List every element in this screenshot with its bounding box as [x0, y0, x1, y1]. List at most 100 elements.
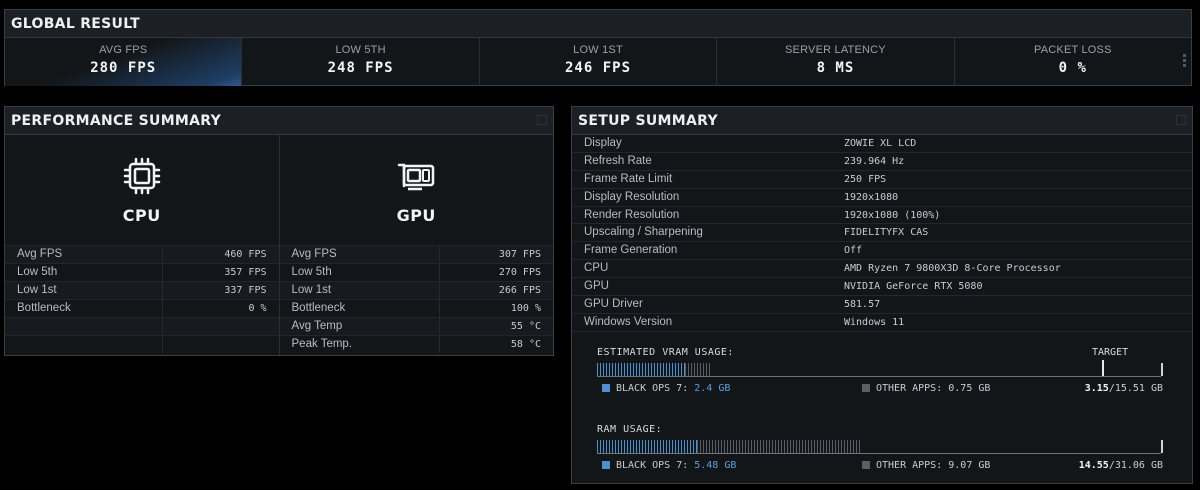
table-row: Windows Version Windows 11 — [572, 314, 1192, 332]
legend-swatch-blue — [602, 461, 610, 469]
performance-summary-panel: PERFORMANCE SUMMARY CPU Avg FPS 460 FPS … — [4, 106, 554, 356]
row-key: Avg FPS — [280, 246, 440, 263]
row-value: 270 FPS — [498, 267, 541, 278]
row-value: NVIDIA GeForce RTX 5080 — [844, 281, 983, 293]
table-row: Low 1st 266 FPS — [279, 281, 553, 299]
vram-bar — [597, 360, 1163, 377]
stat-avg-fps: AVG FPS 280 FPS — [5, 38, 243, 86]
ram-other-fill — [697, 440, 862, 453]
legend-game-value: 2.4 GB — [694, 382, 731, 394]
table-row: Frame Rate Limit 250 FPS — [572, 171, 1192, 189]
legend-swatch-blue — [602, 384, 610, 392]
vram-usage-section: ESTIMATED VRAM USAGE: TARGET BLACK OPS 7… — [597, 347, 1167, 394]
global-stats-row: AVG FPS 280 FPS LOW 5TH 248 FPS LOW 1ST … — [5, 38, 1191, 86]
vram-game-fill — [597, 363, 685, 376]
vram-legend: BLACK OPS 7: 2.4 GB OTHER APPS: 0.75 GB 3… — [597, 382, 1167, 394]
corner-marker-icon — [1176, 115, 1186, 125]
stat-value: 280 FPS — [90, 60, 157, 76]
ram-usage-section: RAM USAGE: BLACK OPS 7: 5.48 GB OTHER APP… — [597, 424, 1167, 471]
target-marker — [1102, 360, 1104, 377]
row-value — [163, 336, 279, 353]
stat-server-latency: SERVER LATENCY 8 MS — [717, 38, 955, 86]
ram-game-fill — [597, 440, 697, 453]
row-key: Peak Temp. — [280, 336, 440, 353]
table-row: Display ZOWIE XL LCD — [572, 135, 1192, 153]
row-key: Upscaling / Sharpening — [584, 226, 703, 239]
table-row: Low 5th 357 FPS — [5, 263, 279, 281]
row-key: Low 1st — [280, 282, 440, 299]
table-row: Low 5th 270 FPS — [279, 263, 553, 281]
row-value: FIDELITYFX CAS — [844, 227, 929, 239]
table-row — [5, 317, 279, 335]
stat-value: 246 FPS — [565, 60, 632, 76]
row-value: 55 °C — [510, 321, 541, 332]
row-value: 357 FPS — [224, 267, 267, 278]
row-value: ZOWIE XL LCD — [844, 138, 917, 149]
row-value: 1920x1080 (100%) — [844, 209, 941, 221]
vram-used: 3.15 — [1084, 382, 1109, 394]
row-value: AMD Ryzen 7 9800X3D 8-Core Processor — [844, 263, 1061, 275]
row-value: 266 FPS — [498, 285, 541, 296]
table-row: Low 1st 337 FPS — [5, 281, 279, 299]
legend-game-label: BLACK OPS 7: — [616, 459, 689, 471]
target-label: TARGET — [1092, 347, 1129, 358]
gpu-label: GPU — [396, 205, 436, 225]
ram-title: RAM USAGE: — [597, 424, 663, 435]
table-row: Frame Generation Off — [572, 242, 1192, 261]
setup-summary-panel: SETUP SUMMARY Display ZOWIE XL LCD Refres… — [571, 106, 1193, 484]
row-value: Windows 11 — [844, 316, 905, 328]
stat-label: SERVER LATENCY — [785, 44, 886, 56]
performance-title-text: PERFORMANCE SUMMARY — [11, 113, 222, 129]
row-value: Off — [844, 245, 863, 257]
corner-marker-icon — [537, 115, 547, 125]
row-key: Bottleneck — [280, 300, 440, 317]
stat-value: 0 % — [1058, 60, 1087, 76]
setup-summary-title: SETUP SUMMARY — [572, 107, 1192, 135]
row-value: 581.57 — [844, 299, 881, 311]
legend-other-label: OTHER APPS: — [876, 382, 943, 394]
scroll-handle[interactable] — [1181, 40, 1187, 80]
table-row: Upscaling / Sharpening FIDELITYFX CAS — [572, 224, 1192, 243]
table-row: Render Resolution 1920x1080 (100%) — [572, 207, 1192, 225]
row-key: Windows Version — [584, 315, 673, 328]
row-value: 239.964 Hz — [844, 155, 905, 167]
row-key: Display Resolution — [584, 190, 680, 203]
row-key: GPU — [584, 280, 609, 293]
gpu-column: GPU Avg FPS 307 FPS Low 5th 270 FPS Low 1s… — [279, 135, 553, 355]
row-key: Render Resolution — [584, 208, 680, 221]
row-key: Frame Rate Limit — [584, 172, 673, 185]
stat-label: LOW 1ST — [573, 44, 623, 56]
vram-other-fill — [685, 363, 712, 376]
ram-used: 14.55 — [1078, 459, 1109, 471]
table-row: Bottleneck 0 % — [5, 299, 279, 317]
row-key — [5, 318, 163, 335]
stat-value: 248 FPS — [327, 60, 394, 76]
setup-title-text: SETUP SUMMARY — [578, 113, 718, 129]
row-value: 58 °C — [510, 339, 541, 350]
row-key — [5, 336, 163, 353]
ram-total: /31.06 GB — [1108, 459, 1163, 471]
table-row: Avg FPS 460 FPS — [5, 245, 279, 263]
table-row: Refresh Rate 239.964 Hz — [572, 153, 1192, 171]
table-row: Bottleneck 100 % — [279, 299, 553, 317]
row-key: Display — [584, 137, 622, 149]
cpu-stats: Avg FPS 460 FPS Low 5th 357 FPS Low 1st 337… — [5, 245, 279, 353]
stat-low-5th: LOW 5TH 248 FPS — [242, 38, 480, 86]
table-row: Avg Temp 55 °C — [279, 317, 553, 335]
legend-other-label: OTHER APPS: — [876, 459, 943, 471]
stat-label: LOW 5TH — [335, 44, 386, 56]
table-row — [5, 335, 279, 353]
legend-game-value: 5.48 GB — [694, 459, 737, 471]
gpu-icon — [398, 163, 435, 190]
row-key: CPU — [584, 262, 609, 275]
cpu-label: CPU — [122, 205, 161, 225]
row-key: Refresh Rate — [584, 154, 652, 167]
row-value: 250 FPS — [844, 173, 887, 185]
row-value: 0 % — [248, 303, 267, 314]
row-key: GPU Driver — [584, 298, 643, 311]
ram-bar — [597, 440, 1163, 454]
cpu-column: CPU Avg FPS 460 FPS Low 5th 357 FPS Low 1s… — [5, 135, 280, 355]
stat-label: AVG FPS — [99, 44, 148, 56]
legend-swatch-gray — [862, 384, 870, 392]
global-result-title: GLOBAL RESULT — [5, 10, 1191, 38]
